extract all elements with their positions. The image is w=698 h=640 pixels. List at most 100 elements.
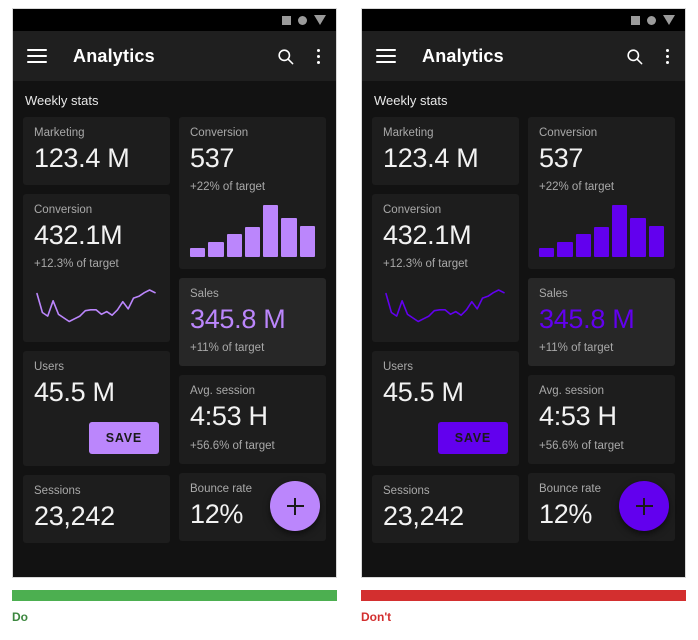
bar-5 (263, 205, 279, 258)
section-title: Weekly stats (25, 93, 99, 108)
card-label: Sales (539, 288, 568, 301)
card-value: 123.4 M (34, 143, 130, 173)
card-label: Users (34, 361, 65, 374)
bar-1 (190, 247, 206, 258)
app-bar: Analytics (13, 31, 336, 81)
hamburger-menu-icon[interactable] (376, 49, 396, 63)
card-conversion-trend[interactable]: Conversion 432.1M +12.3% of target (372, 194, 519, 343)
dont-caption: Don't (361, 610, 392, 624)
card-subtext: +56.6% of target (190, 439, 275, 452)
circle-icon (647, 15, 656, 25)
card-subtext: +11% of target (190, 342, 265, 355)
bar-5 (612, 205, 628, 258)
bar-6 (630, 217, 646, 258)
card-users[interactable]: Users 45.5 M SAVE (23, 351, 170, 466)
card-value: 432.1M (34, 220, 123, 251)
circle-icon (298, 15, 307, 25)
card-label: Users (383, 361, 414, 374)
card-value: 4:53 H (190, 401, 268, 432)
dont-rule (361, 590, 686, 601)
bar-7 (299, 226, 315, 258)
card-sessions[interactable]: Sessions 23,242 (23, 474, 170, 543)
card-label: Sales (190, 288, 219, 301)
bar-7 (648, 226, 664, 258)
triangle-down-icon (663, 15, 675, 25)
card-subtext: +12.3% of target (383, 258, 468, 271)
card-grid: Marketing 123.4 M Conversion 432.1M +12.… (23, 117, 326, 543)
card-value: 4:53 H (539, 401, 617, 432)
card-label: Conversion (190, 127, 249, 139)
do-rule (12, 590, 337, 601)
card-label: Marketing (34, 127, 85, 139)
do-panel: Analytics Weekly stats Marketing 123.4 M… (0, 0, 349, 640)
bar-1 (539, 247, 555, 258)
more-vertical-icon[interactable] (315, 48, 322, 64)
bar-4 (593, 227, 610, 258)
card-avg-session[interactable]: Avg. session 4:53 H +56.6% of target (179, 375, 326, 464)
save-button[interactable]: SAVE (88, 421, 159, 454)
card-subtext: +22% of target (190, 181, 266, 194)
phone-mock-do: Analytics Weekly stats Marketing 123.4 M… (12, 8, 337, 578)
phone-mock-dont: Analytics Weekly stats Marketing 123.4 M… (361, 8, 686, 578)
card-column-left: Marketing 123.4 M Conversion 432.1M +12.… (23, 117, 170, 543)
card-column-right: Conversion 537 +22% of target Sales 345.… (179, 117, 326, 543)
search-icon[interactable] (276, 47, 295, 66)
bar-4 (244, 227, 261, 258)
card-value: 345.8 M (190, 304, 286, 335)
triangle-down-icon (314, 15, 326, 25)
card-marketing[interactable]: Marketing 123.4 M (372, 117, 519, 186)
card-marketing[interactable]: Marketing 123.4 M (23, 117, 170, 186)
page-title: Analytics (422, 45, 504, 66)
bar-2 (557, 241, 573, 258)
card-conversion-bars[interactable]: Conversion 537 +22% of target (528, 117, 675, 270)
card-label: Avg. session (539, 385, 604, 398)
card-sales[interactable]: Sales 345.8 M +11% of target (179, 278, 326, 367)
card-subtext: +12.3% of target (34, 258, 119, 271)
card-subtext: +22% of target (539, 181, 615, 194)
card-value: 537 (539, 143, 584, 173)
card-value: 345.8 M (539, 304, 635, 335)
add-fab-button[interactable] (619, 481, 669, 531)
save-button[interactable]: SAVE (437, 421, 508, 454)
card-value: 45.5 M (383, 377, 464, 408)
hamburger-menu-icon[interactable] (27, 49, 47, 63)
search-icon[interactable] (625, 47, 644, 66)
card-label: Avg. session (190, 385, 255, 398)
card-label: Sessions (383, 484, 430, 497)
card-grid: Marketing 123.4 M Conversion 432.1M +12.… (372, 117, 675, 543)
card-conversion-trend[interactable]: Conversion 432.1M +12.3% of target (23, 194, 170, 343)
card-value: 45.5 M (34, 377, 115, 408)
card-label: Conversion (539, 127, 598, 139)
bar-chart (539, 205, 664, 258)
sparkline-chart (385, 289, 505, 323)
page-title: Analytics (73, 45, 155, 66)
card-sales[interactable]: Sales 345.8 M +11% of target (528, 278, 675, 367)
dont-panel: Analytics Weekly stats Marketing 123.4 M… (349, 0, 698, 640)
bar-3 (226, 233, 242, 258)
card-sessions[interactable]: Sessions 23,242 (372, 474, 519, 543)
add-fab-button[interactable] (270, 481, 320, 531)
card-conversion-bars[interactable]: Conversion 537 +22% of target (179, 117, 326, 270)
card-label: Marketing (383, 127, 434, 139)
more-vertical-icon[interactable] (664, 48, 671, 64)
card-value: 123.4 M (383, 143, 479, 173)
card-users[interactable]: Users 45.5 M SAVE (372, 351, 519, 466)
card-avg-session[interactable]: Avg. session 4:53 H +56.6% of target (528, 375, 675, 464)
app-bar: Analytics (362, 31, 685, 81)
sparkline-chart (36, 289, 156, 323)
card-label: Sessions (34, 484, 81, 497)
status-bar (362, 9, 685, 31)
card-column-left: Marketing 123.4 M Conversion 432.1M +12.… (372, 117, 519, 543)
card-label: Conversion (34, 204, 93, 217)
bar-2 (208, 241, 224, 258)
square-icon (631, 15, 640, 25)
square-icon (282, 15, 291, 25)
section-title: Weekly stats (374, 93, 448, 108)
card-subtext: +56.6% of target (539, 439, 624, 452)
card-value: 23,242 (34, 500, 115, 531)
bar-chart (190, 205, 315, 258)
card-value: 537 (190, 143, 235, 173)
do-caption: Do (12, 610, 28, 624)
card-value: 432.1M (383, 220, 472, 251)
bar-3 (575, 233, 591, 258)
